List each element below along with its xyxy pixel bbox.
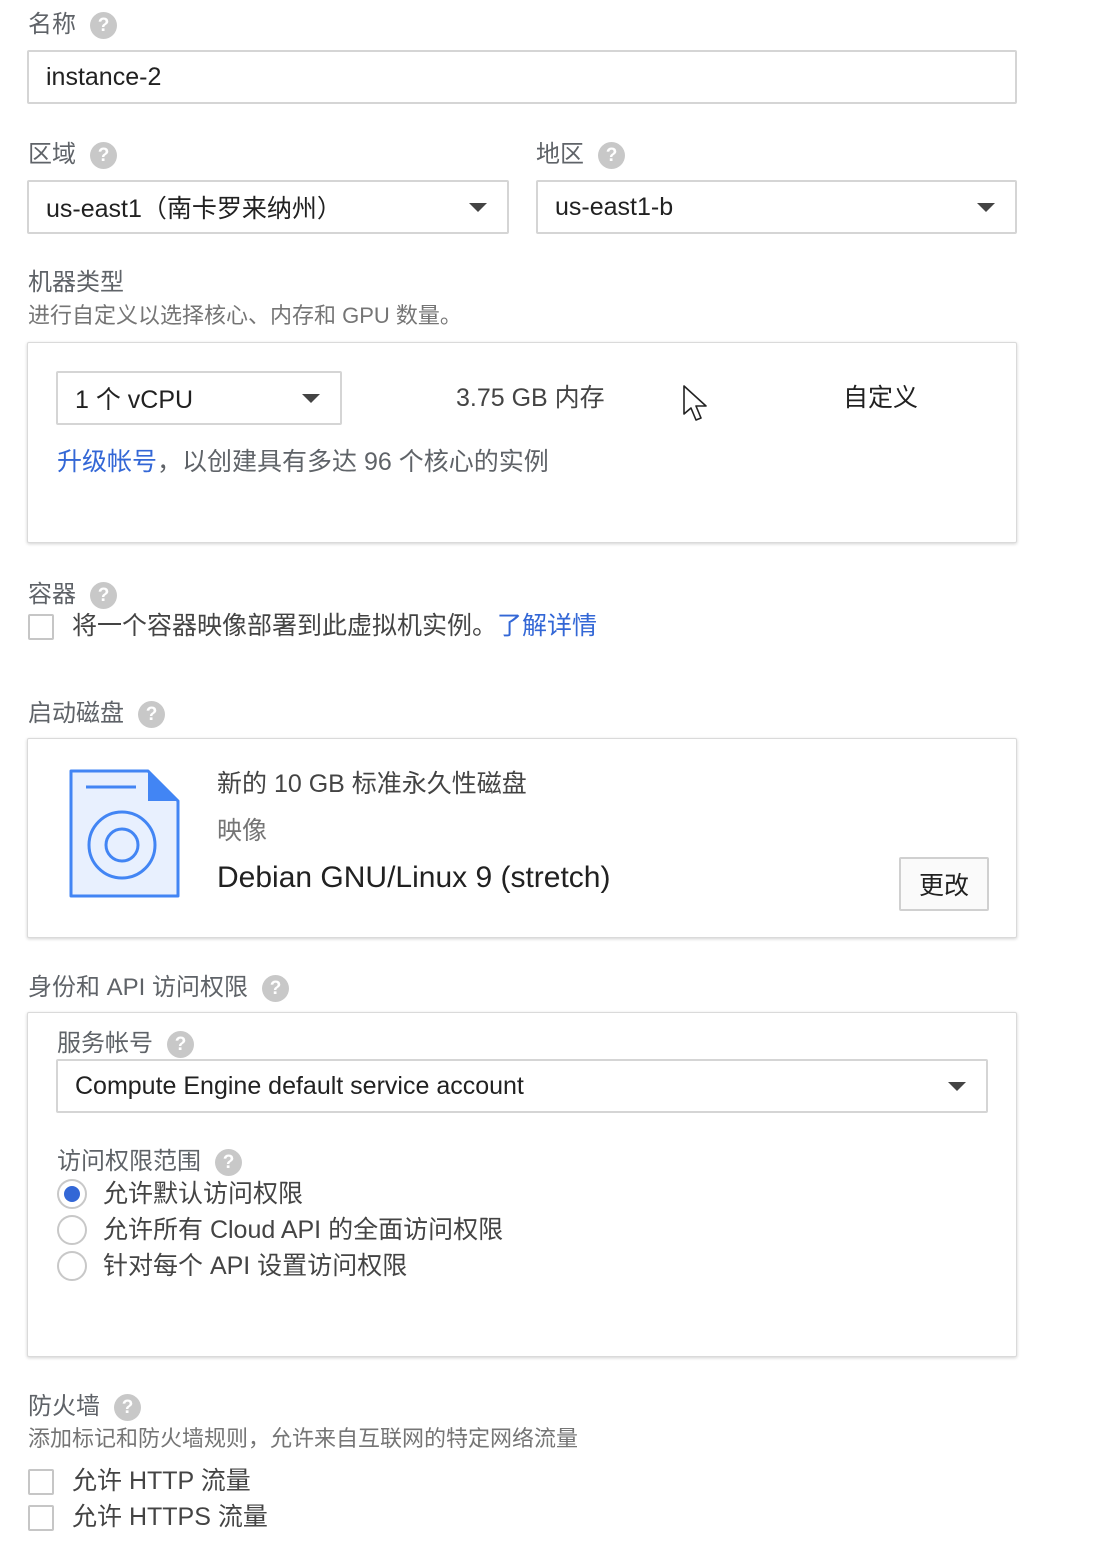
firewall-label-row: 防火墙 ? (28, 1392, 141, 1422)
container-label-row: 容器 ? (28, 580, 117, 610)
scope-radio-default[interactable] (57, 1179, 87, 1209)
chevron-down-icon (977, 202, 995, 212)
identity-label: 身份和 API 访问权限 (28, 974, 249, 1001)
cpu-select[interactable]: 1 个 vCPU (56, 371, 342, 425)
name-label-row: 名称 ? (28, 10, 117, 40)
region-label: 区域 (28, 141, 76, 168)
upgrade-account-link[interactable]: 升级帐号 (57, 448, 157, 476)
identity-label-row: 身份和 API 访问权限 ? (28, 973, 290, 1003)
instance-name-value: instance-2 (46, 62, 162, 91)
allow-http-label: 允许 HTTP 流量 (72, 1467, 251, 1495)
disk-description: 新的 10 GB 标准永久性磁盘 (217, 770, 527, 798)
image-name: Debian GNU/Linux 9 (stretch) (217, 861, 611, 894)
service-account-select[interactable]: Compute Engine default service account (56, 1059, 988, 1113)
help-icon[interactable]: ? (90, 11, 117, 39)
name-label: 名称 (28, 11, 76, 38)
help-icon[interactable]: ? (598, 141, 625, 169)
learn-more-link[interactable]: 了解详情 (497, 612, 597, 640)
allow-http-checkbox[interactable] (28, 1469, 54, 1495)
scope-radio-per-api[interactable] (57, 1251, 87, 1281)
access-scopes-label-row: 访问权限范围 ? (57, 1147, 242, 1177)
help-icon[interactable]: ? (114, 1393, 141, 1421)
change-disk-button[interactable]: 更改 (899, 857, 989, 911)
radio-selected-dot (64, 1186, 80, 1202)
region-value: us-east1（南卡罗来纳州） (46, 195, 342, 223)
zone-value: us-east1-b (555, 192, 674, 221)
help-icon[interactable]: ? (138, 700, 165, 728)
help-icon[interactable]: ? (90, 141, 117, 169)
help-icon[interactable]: ? (262, 974, 290, 1002)
help-icon[interactable]: ? (167, 1030, 194, 1058)
container-row: 将一个容器映像部署到此虚拟机实例。了解详情 (72, 611, 597, 641)
region-label-row: 区域 ? (28, 140, 117, 170)
service-account-label-row: 服务帐号 ? (57, 1029, 194, 1059)
container-checkbox-label: 将一个容器映像部署到此虚拟机实例。 (72, 612, 498, 640)
chevron-down-icon (469, 202, 487, 212)
boot-disk-card: 新的 10 GB 标准永久性磁盘 映像 Debian GNU/Linux 9 (… (27, 738, 1017, 938)
machine-type-description: 进行自定义以选择核心、内存和 GPU 数量。 (28, 303, 462, 328)
container-checkbox[interactable] (28, 614, 54, 640)
scope-label-per-api: 针对每个 API 设置访问权限 (103, 1252, 408, 1280)
service-account-value: Compute Engine default service account (75, 1071, 524, 1100)
instance-name-input[interactable]: instance-2 (27, 50, 1017, 104)
scope-label-full: 允许所有 Cloud API 的全面访问权限 (103, 1216, 504, 1244)
container-label: 容器 (28, 581, 76, 608)
zone-select[interactable]: us-east1-b (536, 180, 1017, 234)
chevron-down-icon (948, 1081, 966, 1091)
upgrade-row: 升级帐号，以创建具有多达 96 个核心的实例 (57, 447, 549, 477)
allow-https-label: 允许 HTTPS 流量 (72, 1503, 268, 1531)
firewall-description: 添加标记和防火墙规则，允许来自互联网的特定网络流量 (28, 1426, 579, 1451)
machine-type-label: 机器类型 (28, 269, 124, 296)
disk-image-icon (69, 769, 180, 898)
zone-label-row: 地区 ? (536, 140, 625, 170)
region-select[interactable]: us-east1（南卡罗来纳州） (27, 180, 509, 234)
cpu-value: 1 个 vCPU (75, 386, 194, 414)
identity-card: 服务帐号 ? Compute Engine default service ac… (27, 1012, 1017, 1357)
service-account-label: 服务帐号 (57, 1030, 153, 1057)
zone-label: 地区 (536, 141, 584, 168)
firewall-label: 防火墙 (28, 1393, 100, 1420)
mouse-cursor-icon (683, 385, 707, 421)
upgrade-text: ，以创建具有多达 96 个核心的实例 (157, 448, 549, 476)
chevron-down-icon (302, 393, 320, 403)
scope-label-default: 允许默认访问权限 (103, 1180, 304, 1208)
help-icon[interactable]: ? (215, 1148, 242, 1176)
image-label: 映像 (217, 817, 268, 845)
allow-https-checkbox[interactable] (28, 1505, 54, 1531)
memory-text: 3.75 GB 内存 (456, 384, 605, 412)
scope-radio-full[interactable] (57, 1215, 87, 1245)
boot-disk-label: 启动磁盘 (28, 700, 124, 727)
machine-type-card: 1 个 vCPU 3.75 GB 内存 自定义 升级帐号，以创建具有多达 96 … (27, 342, 1017, 543)
customize-link[interactable]: 自定义 (843, 383, 918, 413)
boot-disk-label-row: 启动磁盘 ? (28, 699, 165, 729)
access-scopes-label: 访问权限范围 (57, 1148, 201, 1175)
help-icon[interactable]: ? (90, 581, 117, 609)
